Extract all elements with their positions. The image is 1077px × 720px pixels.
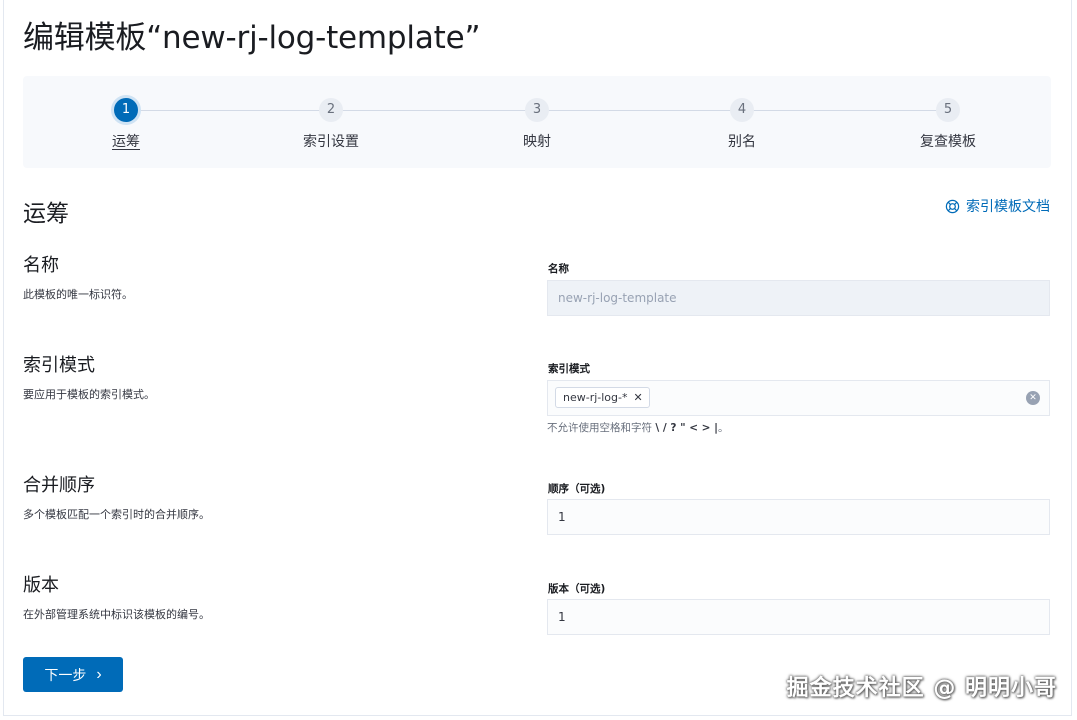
index-template-docs-link[interactable]: 索引模板文档 <box>945 196 1050 216</box>
version-field-description: 在外部管理系统中标识该模板的编号。 <box>23 608 210 621</box>
step-number: 5 <box>936 98 960 122</box>
step-number: 4 <box>730 98 754 122</box>
help-suffix: 。 <box>717 422 729 434</box>
step-3[interactable]: 3 映射 <box>457 98 617 151</box>
edit-template-page: 编辑模板“new-rj-log-template” 1 运筹 2 索引设置 3 … <box>0 0 1077 720</box>
pill-label: new-rj-log-* <box>563 391 628 404</box>
step-number: 1 <box>114 98 138 122</box>
step-number: 3 <box>525 98 549 122</box>
step-label: 索引设置 <box>303 134 359 150</box>
next-button-label: 下一步 <box>44 666 87 683</box>
version-input-label: 版本（可选) <box>548 583 606 595</box>
name-input: new-rj-log-template <box>547 280 1050 316</box>
doc-link-label: 索引模板文档 <box>966 199 1050 215</box>
index-patterns-help-text: 不允许使用空格和字符 \ / ? " < > |。 <box>547 420 728 435</box>
version-input[interactable]: 1 <box>547 599 1050 635</box>
step-1[interactable]: 1 运筹 <box>46 98 206 151</box>
step-label: 运筹 <box>112 134 140 150</box>
index-patterns-input-label: 索引模式 <box>548 363 590 375</box>
help-chars: \ / ? " < > | <box>655 422 718 434</box>
step-label: 别名 <box>728 134 756 150</box>
name-field-description: 此模板的唯一标识符。 <box>23 288 133 301</box>
page-title: 编辑模板“new-rj-log-template” <box>23 20 481 56</box>
stepper: 1 运筹 2 索引设置 3 映射 4 别名 5 复查模板 <box>23 76 1051 168</box>
name-field-title: 名称 <box>23 255 59 276</box>
step-2[interactable]: 2 索引设置 <box>251 98 411 151</box>
step-label: 复查模板 <box>920 134 976 150</box>
step-label: 映射 <box>523 134 551 150</box>
lifebuoy-icon <box>945 199 960 213</box>
index-pattern-pill: new-rj-log-* ✕ <box>555 387 650 408</box>
version-field-title: 版本 <box>23 575 59 596</box>
chevron-right-icon: › <box>96 665 102 683</box>
index-patterns-field-description: 要应用于模板的索引模式。 <box>23 388 155 401</box>
help-prefix: 不允许使用空格和字符 <box>547 422 652 434</box>
index-patterns-field-title: 索引模式 <box>23 355 95 376</box>
step-number: 2 <box>319 98 343 122</box>
step-4[interactable]: 4 别名 <box>662 98 822 151</box>
step-5[interactable]: 5 复查模板 <box>868 98 1028 151</box>
index-patterns-combobox[interactable]: new-rj-log-* ✕ ✕ <box>547 380 1050 416</box>
name-input-label: 名称 <box>548 263 569 275</box>
order-field-title: 合并顺序 <box>23 475 95 496</box>
next-step-button[interactable]: 下一步 › <box>23 657 123 692</box>
order-field-description: 多个模板匹配一个索引时的合并顺序。 <box>23 508 210 521</box>
section-heading: 运筹 <box>23 201 69 227</box>
clear-icon[interactable]: ✕ <box>1026 391 1040 405</box>
order-input[interactable]: 1 <box>547 499 1050 535</box>
order-input-label: 顺序（可选) <box>548 483 606 495</box>
remove-pill-icon[interactable]: ✕ <box>634 388 643 407</box>
watermark: 掘金技术社区 @ 明明小哥 <box>786 676 1057 701</box>
